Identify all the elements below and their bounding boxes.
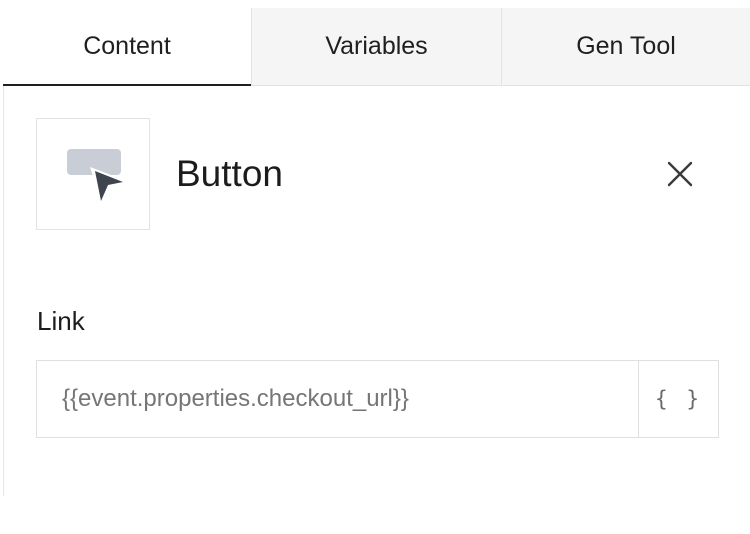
link-field: { }	[36, 360, 719, 438]
close-icon	[667, 161, 693, 187]
button-cursor-icon	[67, 149, 127, 205]
close-button[interactable]	[660, 154, 700, 194]
tab-gen-tool[interactable]: Gen Tool	[501, 8, 750, 86]
tab-content[interactable]: Content	[3, 8, 251, 86]
block-icon-tile	[36, 118, 150, 230]
tab-bar: Content Variables Gen Tool	[3, 8, 750, 86]
block-title: Button	[176, 153, 283, 194]
link-input[interactable]	[37, 361, 638, 437]
link-label: Link	[37, 306, 85, 336]
insert-variable-button[interactable]: { }	[638, 361, 718, 437]
tab-variables[interactable]: Variables	[251, 8, 501, 86]
